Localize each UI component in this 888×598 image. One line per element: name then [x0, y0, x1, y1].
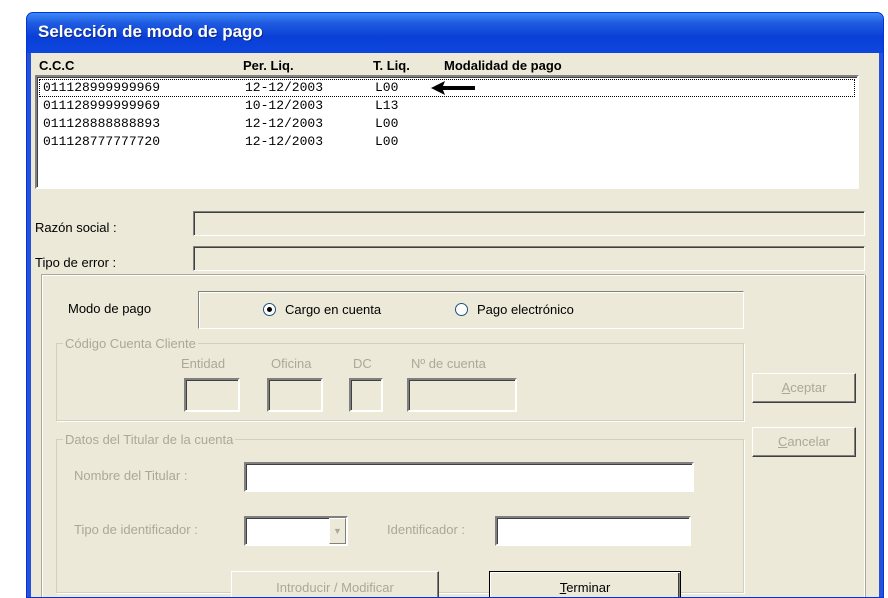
list-item[interactable]: 011128999999969 12-12/2003 L00 — [39, 79, 855, 97]
razon-social-label: Razón social : — [35, 220, 117, 235]
tipo-error-label: Tipo de error : — [35, 255, 117, 270]
cancelar-button[interactable]: Cancelar — [752, 427, 856, 457]
ccc-group-title: Código Cuenta Cliente — [63, 336, 198, 351]
cell-per-liq: 12-12/2003 — [245, 80, 324, 95]
nombre-titular-input[interactable] — [244, 462, 694, 492]
dialog-window: Selección de modo de pago C.C.C Per. Liq… — [26, 12, 884, 598]
cuenta-input[interactable] — [407, 378, 517, 412]
payment-details-panel: Modo de pago Cargo en cuenta Pago electr… — [41, 274, 865, 597]
tipo-identificador-select[interactable]: ▼ — [244, 516, 348, 546]
cell-ccc: 011128999999969 — [43, 80, 161, 95]
radio-cargo-label[interactable]: Cargo en cuenta — [285, 302, 381, 317]
ccc-groupbox: Código Cuenta Cliente Entidad Oficina DC… — [56, 336, 744, 421]
chevron-down-icon[interactable]: ▼ — [329, 518, 346, 544]
titular-group-title: Datos del Titular de la cuenta — [63, 432, 236, 447]
tipo-identificador-label: Tipo de identificador : — [74, 522, 198, 537]
identificador-input[interactable] — [495, 516, 691, 546]
cell-ccc: 011128777777720 — [43, 134, 161, 149]
dc-input[interactable] — [349, 378, 383, 412]
list-header: C.C.C Per. Liq. T. Liq. Modalidad de pag… — [35, 55, 859, 75]
oficina-input[interactable] — [267, 378, 323, 412]
aceptar-mnemonic: A — [781, 380, 791, 395]
list-item[interactable]: 011128888888893 12-12/2003 L00 — [39, 115, 855, 133]
dc-label: DC — [353, 356, 372, 371]
entidad-label: Entidad — [181, 356, 226, 371]
cell-t-liq: L00 — [375, 80, 399, 95]
radio-pago-electronico-label[interactable]: Pago electrónico — [477, 302, 574, 317]
modo-pago-group: Cargo en cuenta Pago electrónico — [198, 291, 744, 329]
payment-list[interactable]: 011128999999969 12-12/2003 L00 011128999… — [35, 75, 859, 189]
cell-t-liq: L00 — [375, 134, 399, 149]
cell-ccc: 011128888888893 — [43, 116, 161, 131]
cell-t-liq: L00 — [375, 116, 399, 131]
radio-pago-electronico[interactable] — [455, 303, 468, 316]
column-header-per-liq[interactable]: Per. Liq. — [243, 58, 294, 73]
column-header-modalidad[interactable]: Modalidad de pago — [444, 58, 562, 73]
cuenta-label: Nº de cuenta — [411, 356, 486, 371]
cell-per-liq: 10-12/2003 — [245, 98, 324, 113]
column-header-t-liq[interactable]: T. Liq. — [373, 58, 410, 73]
modo-pago-label: Modo de pago — [68, 301, 152, 316]
nombre-titular-label: Nombre del Titular : — [74, 468, 188, 483]
window-title: Selección de modo de pago — [38, 22, 263, 41]
tipo-error-field — [193, 246, 865, 271]
title-bar[interactable]: Selección de modo de pago — [27, 13, 883, 53]
cell-per-liq: 12-12/2003 — [245, 134, 324, 149]
list-item[interactable]: 011128777777720 12-12/2003 L00 — [39, 133, 855, 151]
column-header-ccc[interactable]: C.C.C — [39, 58, 74, 73]
cell-per-liq: 12-12/2003 — [245, 116, 324, 131]
identificador-label: Identificador : — [387, 522, 466, 537]
cancelar-label: ancelar — [787, 434, 831, 449]
aceptar-button[interactable]: Aceptar — [752, 373, 856, 403]
oficina-label: Oficina — [271, 356, 312, 371]
cell-t-liq: L13 — [375, 98, 399, 113]
terminar-button[interactable]: Terminar — [489, 571, 681, 597]
dialog-body: C.C.C Per. Liq. T. Liq. Modalidad de pag… — [31, 53, 879, 597]
introducir-modificar-button[interactable]: Introducir / Modificar — [231, 571, 439, 597]
razon-social-field — [193, 211, 865, 236]
list-item[interactable]: 011128999999969 10-12/2003 L13 — [39, 97, 855, 115]
aceptar-label: ceptar — [790, 380, 827, 395]
radio-cargo-en-cuenta[interactable] — [263, 303, 276, 316]
terminar-label: erminar — [566, 580, 611, 595]
cell-ccc: 011128999999969 — [43, 98, 161, 113]
cancelar-mnemonic: C — [777, 434, 788, 449]
entidad-input[interactable] — [184, 378, 240, 412]
left-arrow-icon — [431, 81, 475, 95]
titular-groupbox: Datos del Titular de la cuenta Nombre de… — [56, 432, 744, 593]
